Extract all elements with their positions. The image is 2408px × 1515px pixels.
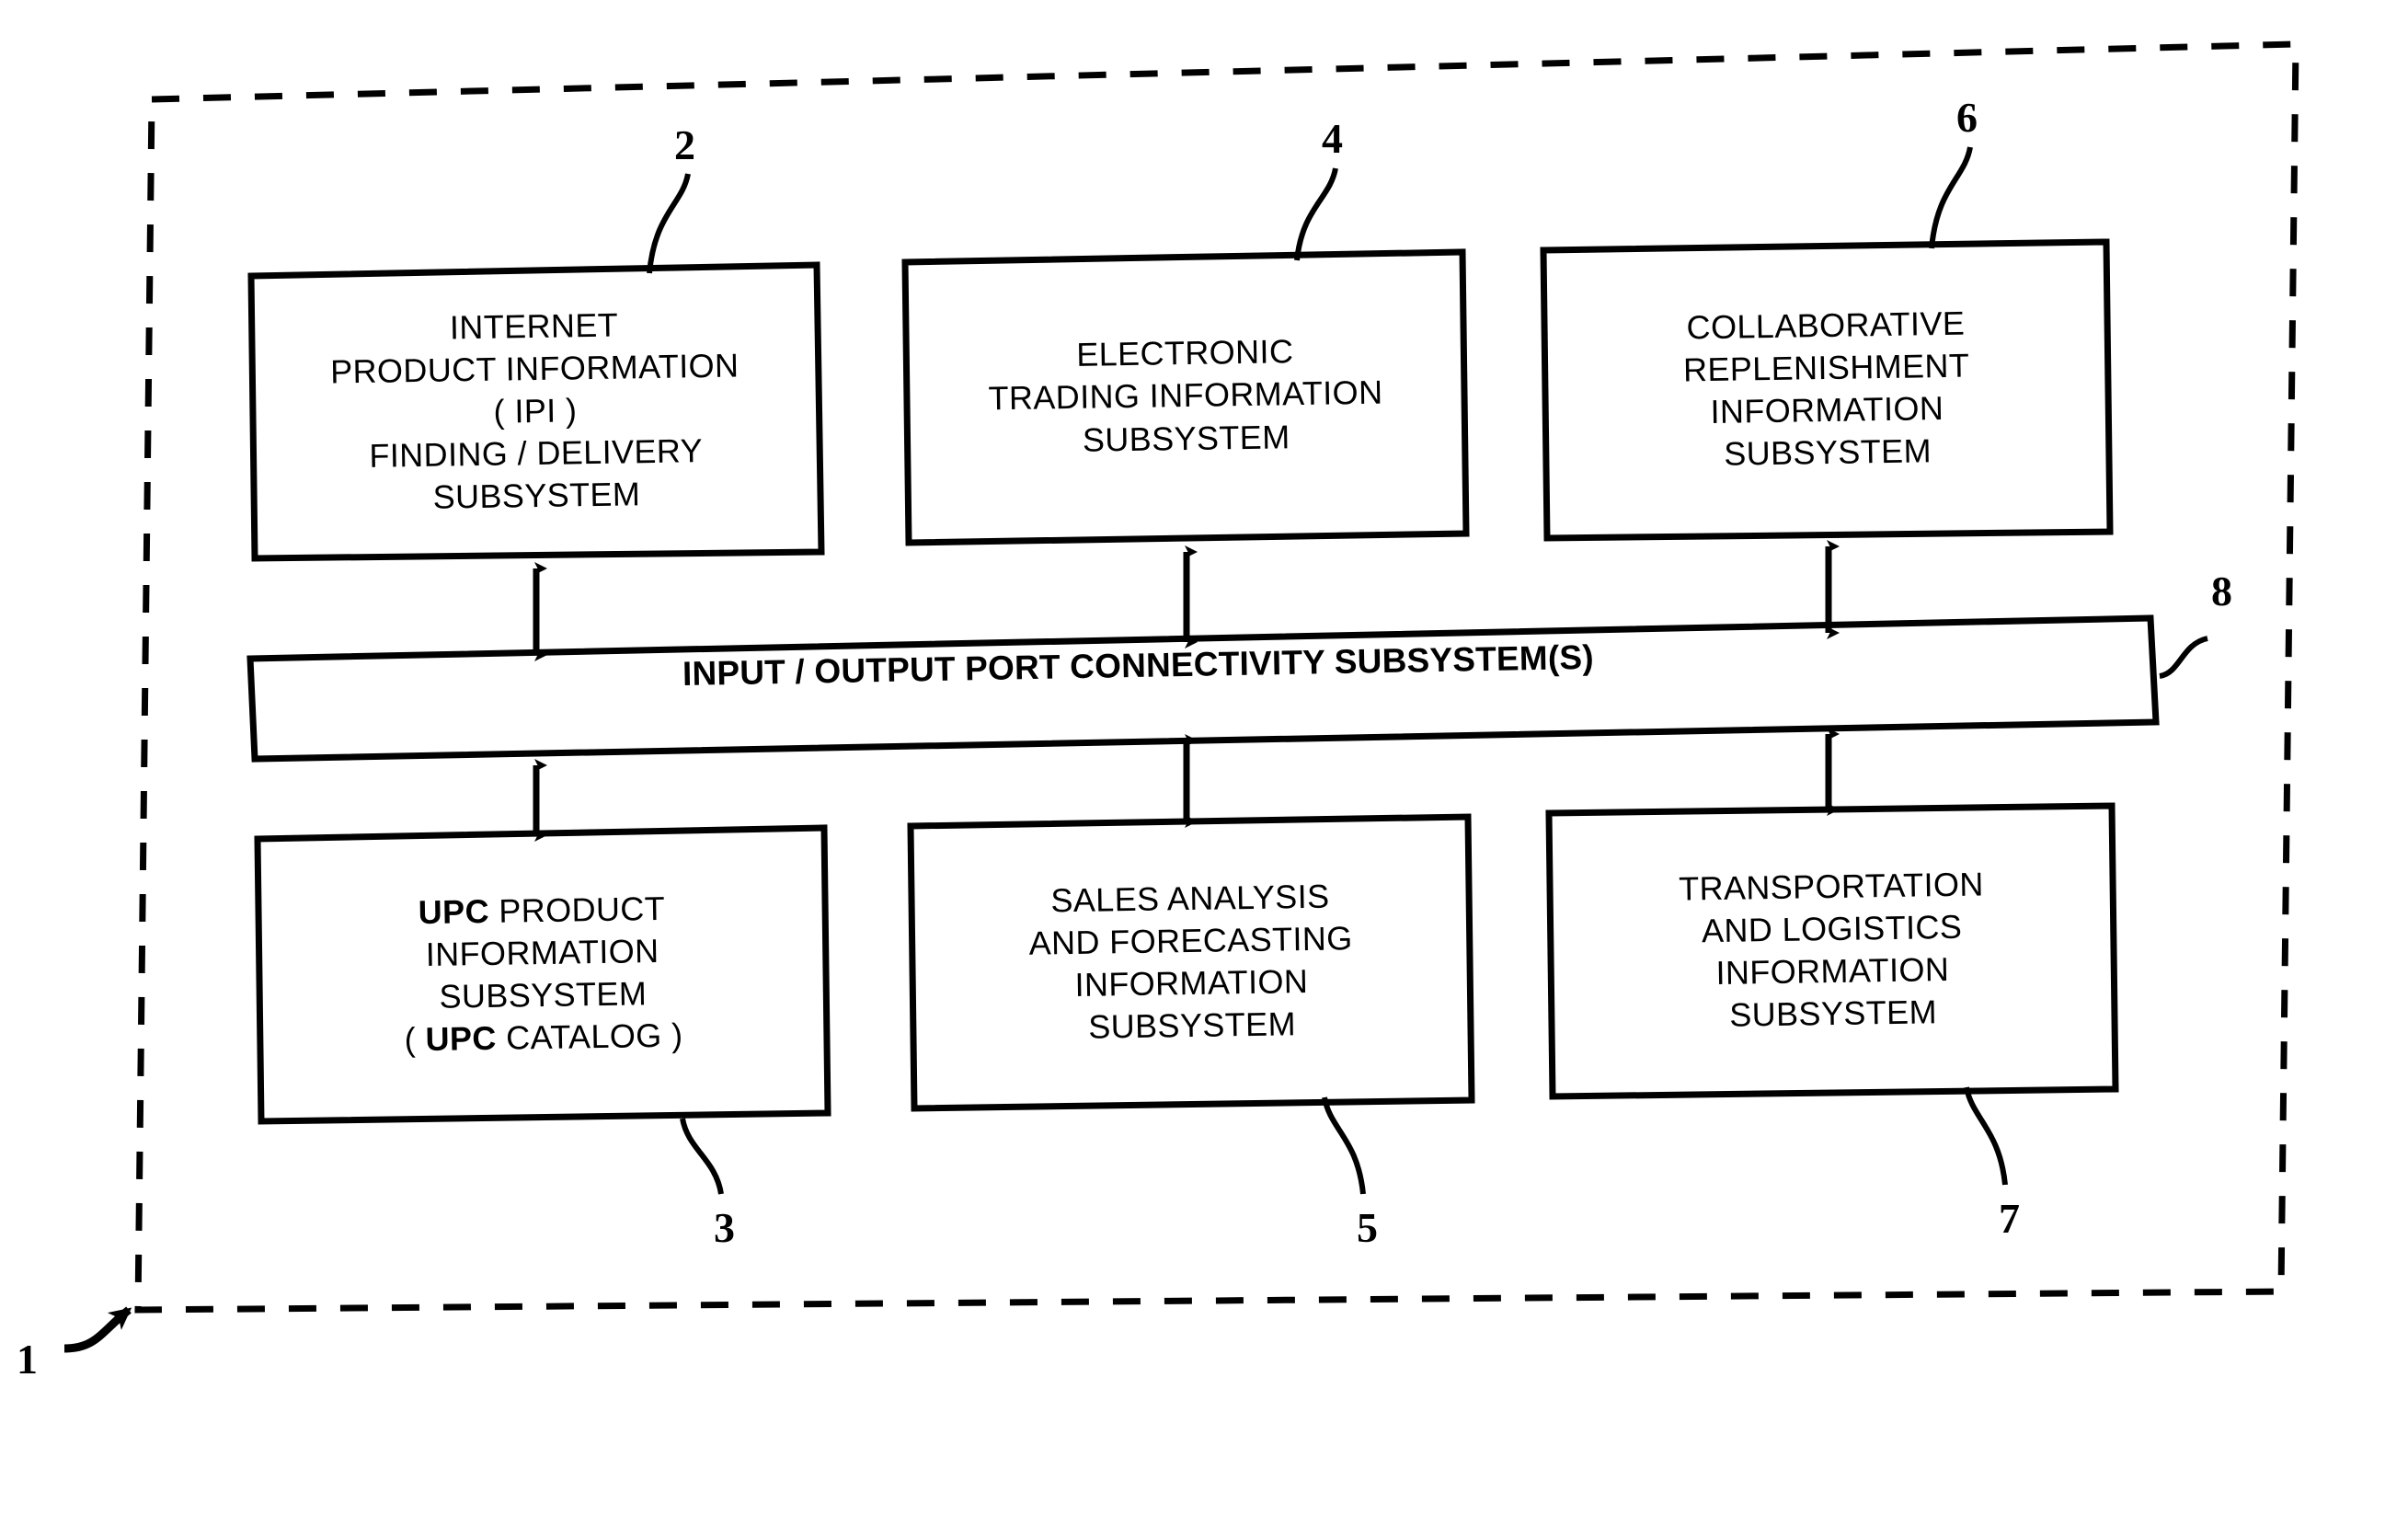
leader-line-4 [1294, 167, 1338, 261]
box-transportation-logistics [1545, 802, 2119, 1100]
reference-numeral-8: 8 [2211, 570, 2232, 613]
box-internet-product-information [247, 261, 825, 562]
reference-numeral-3: 3 [714, 1207, 735, 1249]
leader-line-7 [1964, 1086, 2008, 1186]
leader-line-3 [680, 1118, 724, 1195]
leader-line-2 [647, 173, 691, 274]
reference-numeral-5: 5 [1357, 1207, 1378, 1249]
box-collaborative-replenishment-information [1540, 238, 2114, 542]
refnum-5-text: 5 [1357, 1204, 1378, 1251]
refnum-7-text: 7 [1999, 1195, 2020, 1242]
leader-line-5 [1322, 1096, 1366, 1195]
refnum-8-text: 8 [2211, 568, 2232, 614]
reference-numeral-7: 7 [1999, 1198, 2020, 1240]
refnum-6-text: 6 [1956, 94, 1978, 141]
reference-numeral-1: 1 [17, 1338, 38, 1381]
box-sales-analysis-forecasting [907, 813, 1475, 1112]
refnum-4-text: 4 [1322, 115, 1343, 162]
refnum-3-text: 3 [714, 1204, 735, 1251]
diagram-vector-layer [63, 40, 2299, 1353]
reference-numeral-4: 4 [1322, 118, 1343, 160]
reference-numeral-2: 2 [674, 124, 695, 166]
figure-sheet: INTERNET PRODUCT INFORMATION ( IPI ) FIN… [0, 0, 2408, 1515]
leader-line-1 [63, 1306, 132, 1353]
refnum-2-text: 2 [674, 121, 695, 168]
reference-numeral-6: 6 [1956, 97, 1978, 139]
box-electronic-trading-information [901, 248, 1470, 546]
box-upc-product-information [254, 824, 831, 1125]
leader-line-6 [1929, 146, 1973, 249]
leader-line-8 [2159, 636, 2208, 679]
refnum-1-text: 1 [17, 1336, 38, 1383]
